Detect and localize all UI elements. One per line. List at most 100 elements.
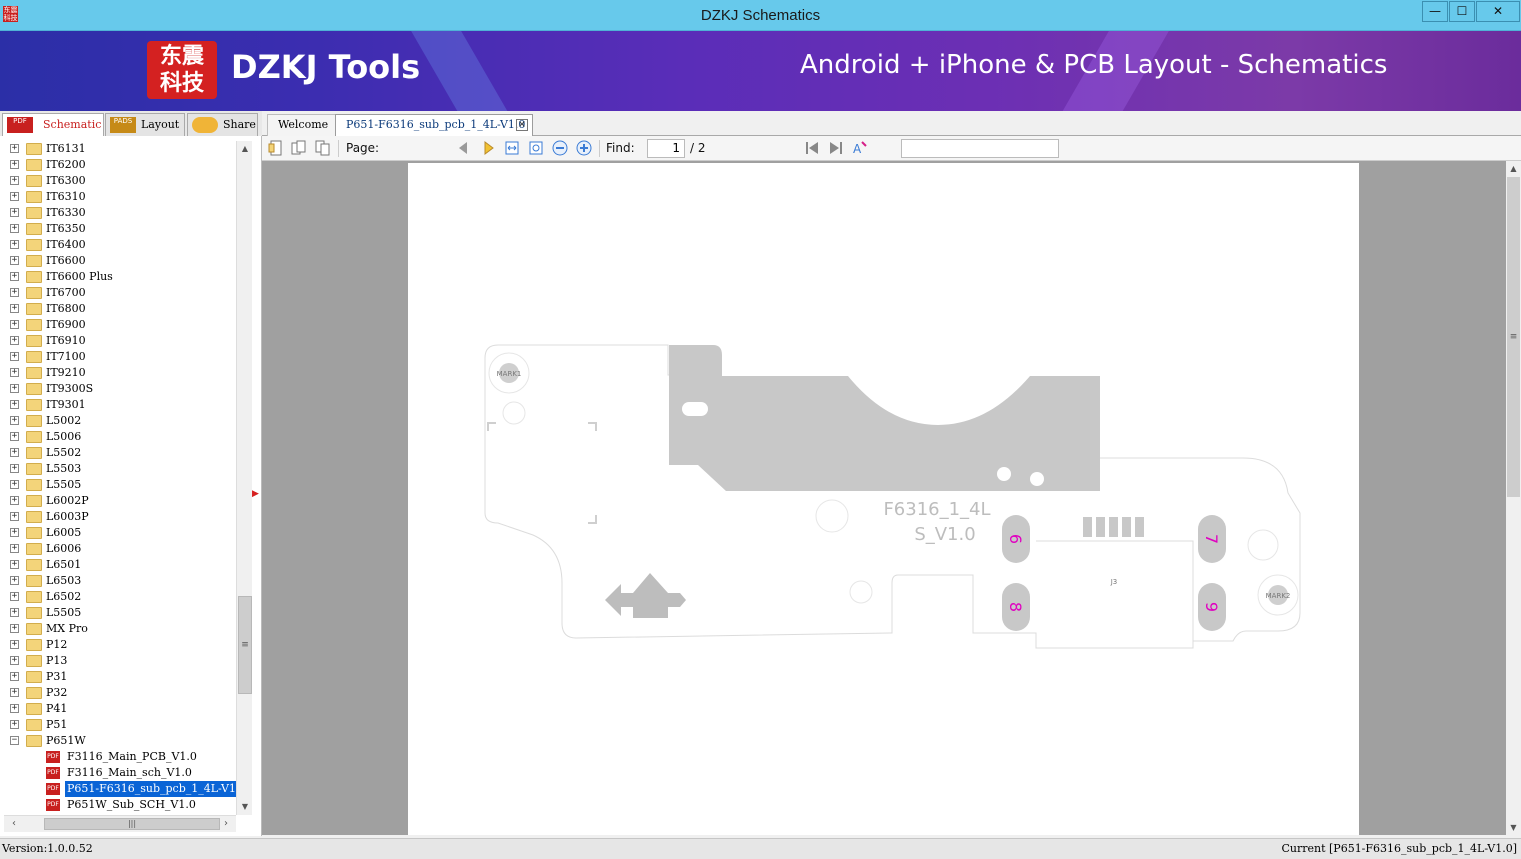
- tree-folder[interactable]: + L5002: [4, 413, 236, 429]
- close-button[interactable]: ✕: [1476, 1, 1520, 22]
- expand-icon[interactable]: +: [10, 592, 19, 601]
- expand-icon[interactable]: +: [10, 208, 19, 217]
- tree-folder[interactable]: + IT9210: [4, 365, 236, 381]
- zoom-in-icon[interactable]: [576, 140, 592, 156]
- tree-folder[interactable]: + P51: [4, 717, 236, 733]
- expand-icon[interactable]: +: [10, 464, 19, 473]
- find-previous-icon[interactable]: [804, 140, 820, 156]
- tab-welcome[interactable]: Welcome: [267, 114, 337, 136]
- tree-folder[interactable]: + L6005: [4, 525, 236, 541]
- document-viewer[interactable]: MARK1 F6316_1_4L S_V1.0 J3 6 7 8 9 MARK2: [262, 161, 1506, 835]
- expand-icon[interactable]: +: [10, 432, 19, 441]
- tree-file[interactable]: PDF P651W_Sub_SCH_V1.0: [4, 797, 236, 813]
- expand-icon[interactable]: +: [10, 400, 19, 409]
- fit-width-icon[interactable]: [504, 140, 520, 156]
- expand-icon[interactable]: +: [10, 240, 19, 249]
- tree-folder[interactable]: + IT6600 Plus: [4, 269, 236, 285]
- tree-file[interactable]: PDF F3116_Main_sch_V1.0: [4, 765, 236, 781]
- tree-folder-open[interactable]: − P651W: [4, 733, 236, 749]
- scroll-thumb[interactable]: |||: [44, 818, 220, 830]
- tree-folder[interactable]: + IT6600: [4, 253, 236, 269]
- scroll-right-icon[interactable]: ›: [218, 816, 234, 832]
- tab-layout[interactable]: PADS Layout: [105, 113, 185, 136]
- minimize-button[interactable]: —: [1422, 1, 1448, 22]
- expand-icon[interactable]: +: [10, 448, 19, 457]
- maximize-button[interactable]: ☐: [1449, 1, 1475, 22]
- tree-folder[interactable]: + IT6800: [4, 301, 236, 317]
- tree-folder[interactable]: + L5505: [4, 605, 236, 621]
- tree-file[interactable]: PDF P651-F6316_sub_pcb_1_4L-V1.0: [4, 780, 236, 798]
- tree-folder[interactable]: + L5505: [4, 477, 236, 493]
- tree-folder[interactable]: + L6502: [4, 589, 236, 605]
- expand-icon[interactable]: +: [10, 624, 19, 633]
- tree-folder[interactable]: + IT6910: [4, 333, 236, 349]
- expand-icon[interactable]: +: [10, 512, 19, 521]
- expand-icon[interactable]: +: [10, 528, 19, 537]
- expand-icon[interactable]: +: [10, 416, 19, 425]
- tree-folder[interactable]: + L5502: [4, 445, 236, 461]
- tree-folder[interactable]: + L6501: [4, 557, 236, 573]
- expand-icon[interactable]: +: [10, 672, 19, 681]
- expand-icon[interactable]: +: [10, 176, 19, 185]
- tree-folder[interactable]: + L5503: [4, 461, 236, 477]
- previous-page-icon[interactable]: [455, 140, 471, 156]
- tree-folder[interactable]: + L6002P: [4, 493, 236, 509]
- tree-folder[interactable]: + IT9300S: [4, 381, 236, 397]
- tree-folder[interactable]: + P13: [4, 653, 236, 669]
- next-page-icon[interactable]: [481, 140, 497, 156]
- two-page-icon[interactable]: [291, 140, 307, 156]
- expand-icon[interactable]: +: [10, 480, 19, 489]
- tree-vertical-scrollbar[interactable]: ▲ ≡ ▼: [236, 141, 252, 815]
- expand-icon[interactable]: +: [10, 352, 19, 361]
- expand-icon[interactable]: +: [10, 496, 19, 505]
- fit-page-icon[interactable]: [528, 140, 544, 156]
- expand-icon[interactable]: +: [10, 160, 19, 169]
- expand-icon[interactable]: +: [10, 272, 19, 281]
- panel-splitter-icon[interactable]: ▶: [252, 486, 260, 502]
- expand-icon[interactable]: +: [10, 608, 19, 617]
- page-number-input[interactable]: 1: [647, 139, 685, 158]
- tab-current-document[interactable]: P651-F6316_sub_pcb_1_4L-V1.0 ×: [335, 114, 533, 136]
- tree-folder[interactable]: + IT6310: [4, 189, 236, 205]
- close-tab-icon[interactable]: ×: [516, 119, 528, 131]
- expand-icon[interactable]: +: [10, 720, 19, 729]
- expand-icon[interactable]: +: [10, 192, 19, 201]
- expand-icon[interactable]: +: [10, 576, 19, 585]
- expand-icon[interactable]: +: [10, 704, 19, 713]
- find-next-icon[interactable]: [828, 140, 844, 156]
- tree-folder[interactable]: + L5006: [4, 429, 236, 445]
- expand-icon[interactable]: +: [10, 656, 19, 665]
- expand-icon[interactable]: +: [10, 320, 19, 329]
- tab-schematic[interactable]: PDF Schematic: [2, 113, 104, 136]
- tree-folder[interactable]: + IT6200: [4, 157, 236, 173]
- viewer-vertical-scrollbar[interactable]: ▲ ≡ ▼: [1506, 161, 1521, 835]
- scroll-up-icon[interactable]: ▲: [1506, 161, 1521, 176]
- scroll-down-icon[interactable]: ▼: [237, 799, 253, 815]
- expand-icon[interactable]: +: [10, 224, 19, 233]
- zoom-out-icon[interactable]: [552, 140, 568, 156]
- expand-icon[interactable]: +: [10, 384, 19, 393]
- tree-folder[interactable]: + IT6400: [4, 237, 236, 253]
- expand-icon[interactable]: +: [10, 288, 19, 297]
- expand-icon[interactable]: +: [10, 256, 19, 265]
- tree-folder[interactable]: + P12: [4, 637, 236, 653]
- highlight-text-icon[interactable]: A: [852, 140, 868, 156]
- tree-folder[interactable]: + L6003P: [4, 509, 236, 525]
- scroll-left-icon[interactable]: ‹: [6, 816, 22, 832]
- expand-icon[interactable]: +: [10, 144, 19, 153]
- expand-icon[interactable]: +: [10, 368, 19, 377]
- tree-folder[interactable]: + P41: [4, 701, 236, 717]
- scroll-thumb[interactable]: ≡: [1507, 177, 1520, 497]
- tree-folder[interactable]: + L6006: [4, 541, 236, 557]
- expand-icon[interactable]: +: [10, 640, 19, 649]
- continuous-page-icon[interactable]: [315, 140, 331, 156]
- tree-folder[interactable]: + P32: [4, 685, 236, 701]
- expand-icon[interactable]: +: [10, 304, 19, 313]
- scroll-down-icon[interactable]: ▼: [1506, 820, 1521, 835]
- tree-horizontal-scrollbar[interactable]: ‹ ||| ›: [4, 815, 236, 832]
- expand-icon[interactable]: +: [10, 544, 19, 553]
- tree-folder[interactable]: + L6503: [4, 573, 236, 589]
- tree-folder[interactable]: + IT6700: [4, 285, 236, 301]
- collapse-icon[interactable]: −: [10, 736, 19, 745]
- tree-file[interactable]: PDF F3116_Main_PCB_V1.0: [4, 749, 236, 765]
